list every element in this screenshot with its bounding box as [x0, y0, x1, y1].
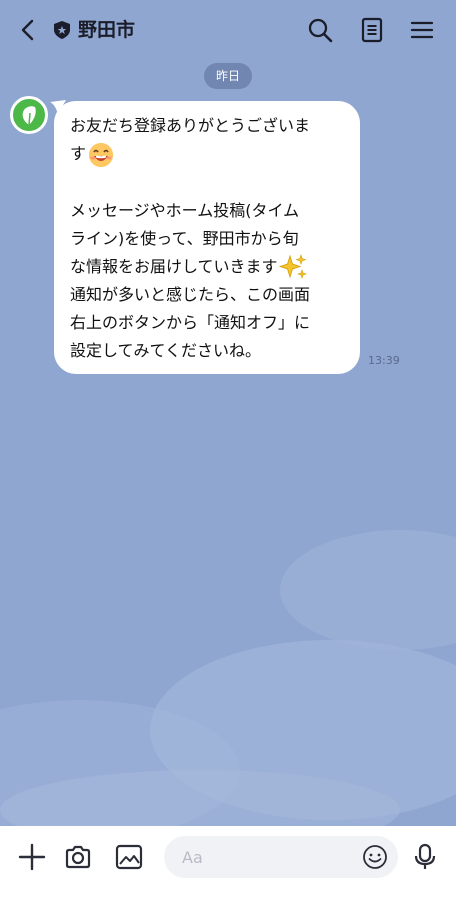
- message-text: お友だち登録ありがとうございま す メッセージやホーム投稿(タイム ライン)を使…: [70, 112, 352, 365]
- composer-bar: [0, 826, 456, 900]
- date-separator: 昨日: [204, 63, 252, 89]
- search-icon[interactable]: [306, 16, 334, 44]
- official-badge-icon: [54, 21, 70, 39]
- sparkles-emoji-icon: [278, 254, 307, 279]
- menu-icon[interactable]: [408, 16, 436, 44]
- microphone-icon[interactable]: [410, 842, 440, 872]
- camera-icon[interactable]: [63, 842, 93, 872]
- avatar[interactable]: [10, 96, 48, 134]
- smiley-icon[interactable]: [362, 844, 388, 870]
- image-icon[interactable]: [114, 842, 144, 872]
- notes-icon[interactable]: [358, 16, 386, 44]
- message-line-2: す: [70, 144, 87, 163]
- grinning-face-emoji-icon: [89, 142, 114, 167]
- plus-icon[interactable]: [17, 842, 47, 872]
- message-timestamp: 13:39: [368, 354, 400, 367]
- leaf-logo-icon: [22, 106, 36, 126]
- message-paragraph-3: 通知が多いと感じたら、この画面 右上のボタンから「通知オフ」に 設定してみてくだ…: [70, 285, 311, 360]
- chevron-left-icon[interactable]: [14, 16, 42, 44]
- cloud-background: [0, 530, 456, 830]
- chat-title: 野田市: [78, 19, 136, 41]
- message-paragraph-2: メッセージやホーム投稿(タイム ライン)を使って、野田市から旬 な情報をお届けし…: [70, 200, 300, 276]
- message-line-1: お友だち登録ありがとうございま: [70, 116, 311, 135]
- chat-header: 野田市: [0, 0, 456, 60]
